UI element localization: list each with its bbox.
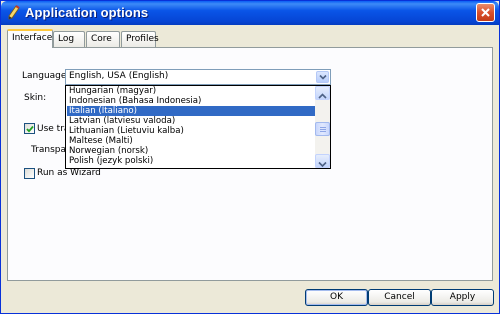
window-title: Application options <box>25 5 149 20</box>
apply-button[interactable]: Apply <box>431 289 494 306</box>
run-as-wizard-label: Run as Wizard <box>37 168 101 178</box>
tab-log[interactable]: Log <box>53 31 85 47</box>
chevron-up-icon <box>318 93 327 99</box>
tab-profiles[interactable]: Profiles <box>121 31 159 47</box>
tab-interface[interactable]: Interface <box>7 29 53 48</box>
scroll-up-button[interactable] <box>315 86 330 100</box>
tab-label: Interface <box>12 33 53 43</box>
chevron-down-icon <box>318 161 327 168</box>
checkmark-icon <box>26 125 34 133</box>
language-label: Language: <box>22 71 70 81</box>
scroll-down-button[interactable] <box>315 154 330 168</box>
skin-label: Skin: <box>24 93 47 103</box>
pencil-icon <box>7 5 21 21</box>
tab-core[interactable]: Core <box>86 31 120 47</box>
language-dropdown-list[interactable]: Hungarian (magyar) Indonesian (Bahasa In… <box>65 85 331 169</box>
close-icon <box>481 8 490 17</box>
ok-button[interactable]: OK <box>305 289 368 306</box>
list-item[interactable]: Norwegian (norsk) <box>67 146 316 156</box>
list-item[interactable]: Lithuanian (Lietuviu kalba) <box>67 126 316 136</box>
tab-label: Profiles <box>126 34 159 44</box>
use-transparency-checkbox[interactable] <box>24 123 35 134</box>
tab-label: Core <box>91 34 112 44</box>
scroll-thumb[interactable] <box>315 122 330 136</box>
chevron-down-icon[interactable] <box>316 71 329 83</box>
cancel-button[interactable]: Cancel <box>368 289 431 306</box>
list-item[interactable]: Hungarian (magyar) <box>67 86 316 96</box>
dropdown-scrollbar[interactable] <box>315 86 330 168</box>
close-button[interactable] <box>476 3 495 22</box>
list-item[interactable]: Latvian (latviesu valoda) <box>67 116 316 126</box>
options-window: Application options Interface Log Core P… <box>0 0 500 314</box>
list-item[interactable]: Polish (jezyk polski) <box>67 156 316 166</box>
list-item[interactable]: Maltese (Malti) <box>67 136 316 146</box>
language-select[interactable]: English, USA (English) <box>65 69 331 85</box>
language-selected-value: English, USA (English) <box>69 71 169 81</box>
run-as-wizard-checkbox[interactable] <box>24 168 35 179</box>
tab-label: Log <box>58 34 75 44</box>
title-bar[interactable]: Application options <box>1 1 499 25</box>
list-item[interactable]: Indonesian (Bahasa Indonesia) <box>67 96 316 106</box>
list-item-selected[interactable]: Italian (Italiano) <box>67 106 316 116</box>
